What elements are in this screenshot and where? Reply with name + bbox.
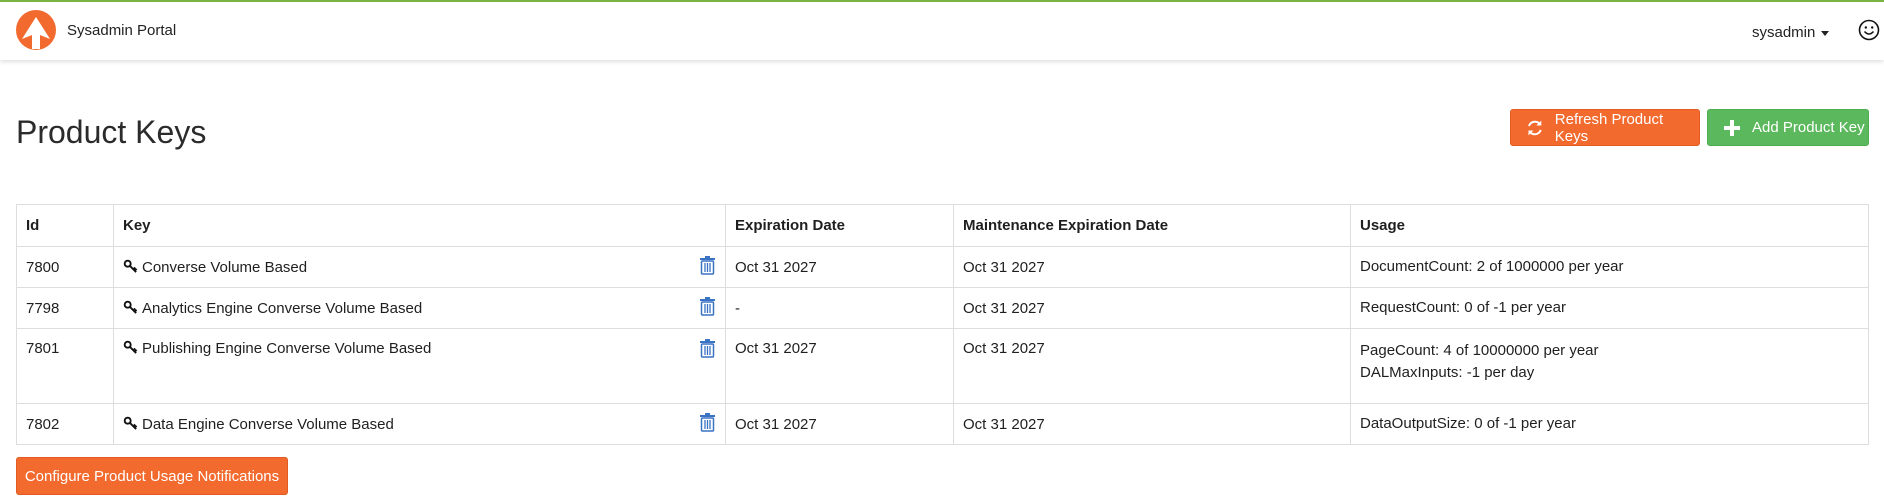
trash-icon[interactable] <box>699 338 716 358</box>
caret-down-icon <box>1821 30 1830 36</box>
plus-icon <box>1724 119 1740 136</box>
cell-maintenance-expiration-date: Oct 31 2027 <box>953 246 1351 288</box>
cell-expiration-date: - <box>725 287 954 329</box>
cell-id: 7802 <box>16 403 114 445</box>
refresh-product-keys-button[interactable]: Refresh Product Keys <box>1510 109 1700 146</box>
trash-icon[interactable] <box>699 296 716 316</box>
trash-icon[interactable] <box>699 412 716 432</box>
page-title: Product Keys <box>16 114 207 150</box>
product-keys-table: Id Key Expiration Date Maintenance Expir… <box>16 204 1869 445</box>
key-icon <box>123 416 138 430</box>
table-row: 7798 Analytics Engine Converse Volume Ba… <box>16 287 1869 329</box>
key-icon <box>123 340 138 354</box>
table-header-row: Id Key Expiration Date Maintenance Expir… <box>16 204 1869 247</box>
add-product-key-button[interactable]: Add Product Key <box>1707 109 1869 146</box>
usage-line: DataOutputSize: 0 of -1 per year <box>1360 415 1576 432</box>
key-name: Converse Volume Based <box>142 258 308 276</box>
refresh-label: Refresh Product Keys <box>1554 110 1664 145</box>
header-expiration-date: Expiration Date <box>725 204 954 247</box>
top-navbar: Sysadmin Portal sysadmin <box>0 0 1884 60</box>
key-icon <box>123 300 138 314</box>
key-icon <box>123 259 138 273</box>
add-label: Add Product Key <box>1752 119 1865 136</box>
cell-usage: DocumentCount: 2 of 1000000 per year <box>1350 246 1869 288</box>
cell-usage: RequestCount: 0 of -1 per year <box>1350 287 1869 329</box>
key-name: Publishing Engine Converse Volume Based <box>142 340 432 357</box>
smiley-icon[interactable] <box>1858 19 1880 41</box>
header-key: Key <box>113 204 726 247</box>
trash-icon[interactable] <box>699 255 716 275</box>
refresh-icon <box>1528 120 1542 135</box>
cell-usage: DataOutputSize: 0 of -1 per year <box>1350 403 1869 445</box>
usage-line: PageCount: 4 of 10000000 per year <box>1360 342 1599 359</box>
cell-id: 7801 <box>16 328 114 404</box>
cell-key: Data Engine Converse Volume Based <box>113 403 726 445</box>
usage-line: RequestCount: 0 of -1 per year <box>1360 299 1566 316</box>
cell-id: 7800 <box>16 246 114 288</box>
cell-usage: PageCount: 4 of 10000000 per year DALMax… <box>1350 328 1869 404</box>
cell-maintenance-expiration-date: Oct 31 2027 <box>953 328 1351 404</box>
cell-maintenance-expiration-date: Oct 31 2027 <box>953 287 1351 329</box>
key-name: Data Engine Converse Volume Based <box>142 415 394 433</box>
cell-maintenance-expiration-date: Oct 31 2027 <box>953 403 1351 445</box>
cell-key: Converse Volume Based <box>113 246 726 288</box>
table-row: 7801 Publishing Engine Converse Volume B… <box>16 328 1869 404</box>
header-maintenance-expiration-date: Maintenance Expiration Date <box>953 204 1351 247</box>
cell-expiration-date: Oct 31 2027 <box>725 246 954 288</box>
user-menu[interactable]: sysadmin <box>1752 24 1830 41</box>
cell-id: 7798 <box>16 287 114 329</box>
cell-expiration-date: Oct 31 2027 <box>725 403 954 445</box>
cell-expiration-date: Oct 31 2027 <box>725 328 954 404</box>
cell-key: Publishing Engine Converse Volume Based <box>113 328 726 404</box>
table-row: 7800 Converse Volume Based Oct 31 2027 O… <box>16 246 1869 288</box>
header-id: Id <box>16 204 114 247</box>
key-name: Analytics Engine Converse Volume Based <box>142 299 423 317</box>
usage-line: DocumentCount: 2 of 1000000 per year <box>1360 258 1624 275</box>
usage-line: DALMaxInputs: -1 per day <box>1360 364 1535 381</box>
configure-label: Configure Product Usage Notifications <box>24 467 280 485</box>
user-name: sysadmin <box>1752 24 1816 41</box>
brand-title[interactable]: Sysadmin Portal <box>67 22 176 39</box>
cell-key: Analytics Engine Converse Volume Based <box>113 287 726 329</box>
table-row: 7802 Data Engine Converse Volume Based O… <box>16 403 1869 445</box>
logo-icon[interactable] <box>15 9 57 51</box>
header-usage: Usage <box>1350 204 1869 247</box>
configure-notifications-button[interactable]: Configure Product Usage Notifications <box>16 457 288 495</box>
